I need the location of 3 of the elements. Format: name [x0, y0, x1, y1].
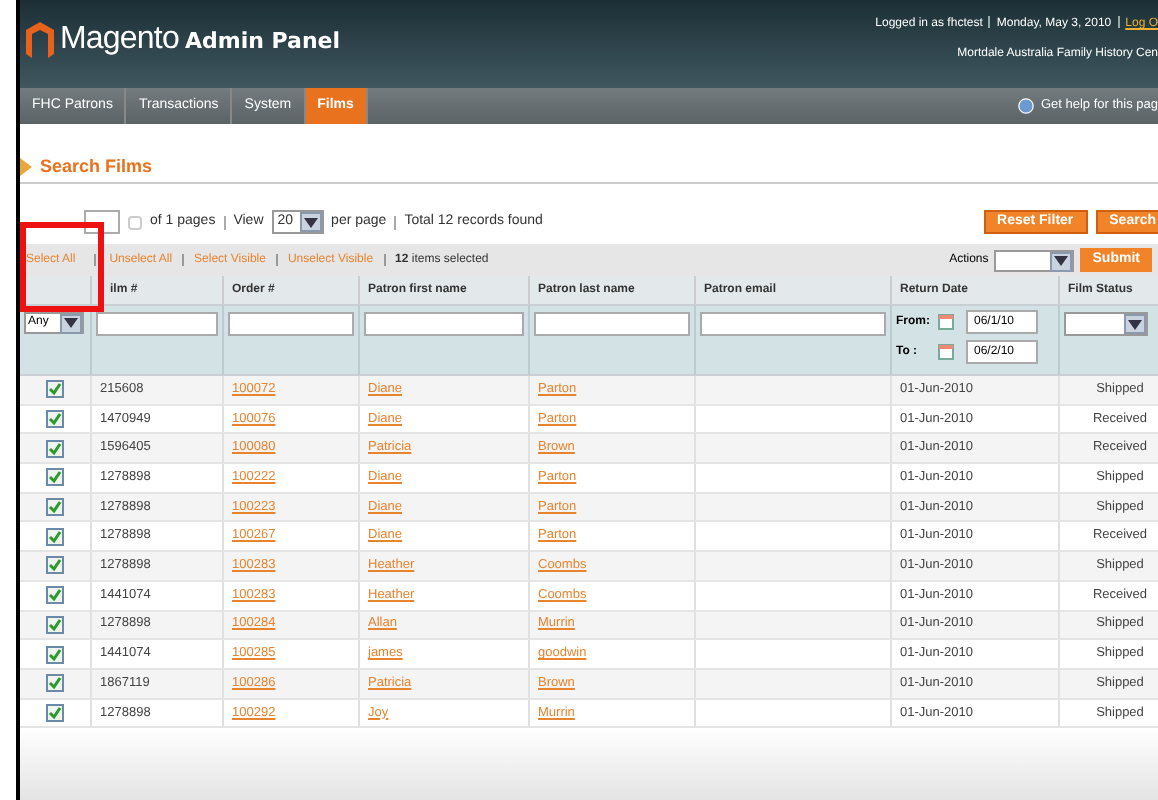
page-title: Search Films	[40, 153, 153, 180]
logo-subtitle: Admin Panel	[184, 26, 341, 59]
logo-text: Magento	[60, 20, 179, 60]
